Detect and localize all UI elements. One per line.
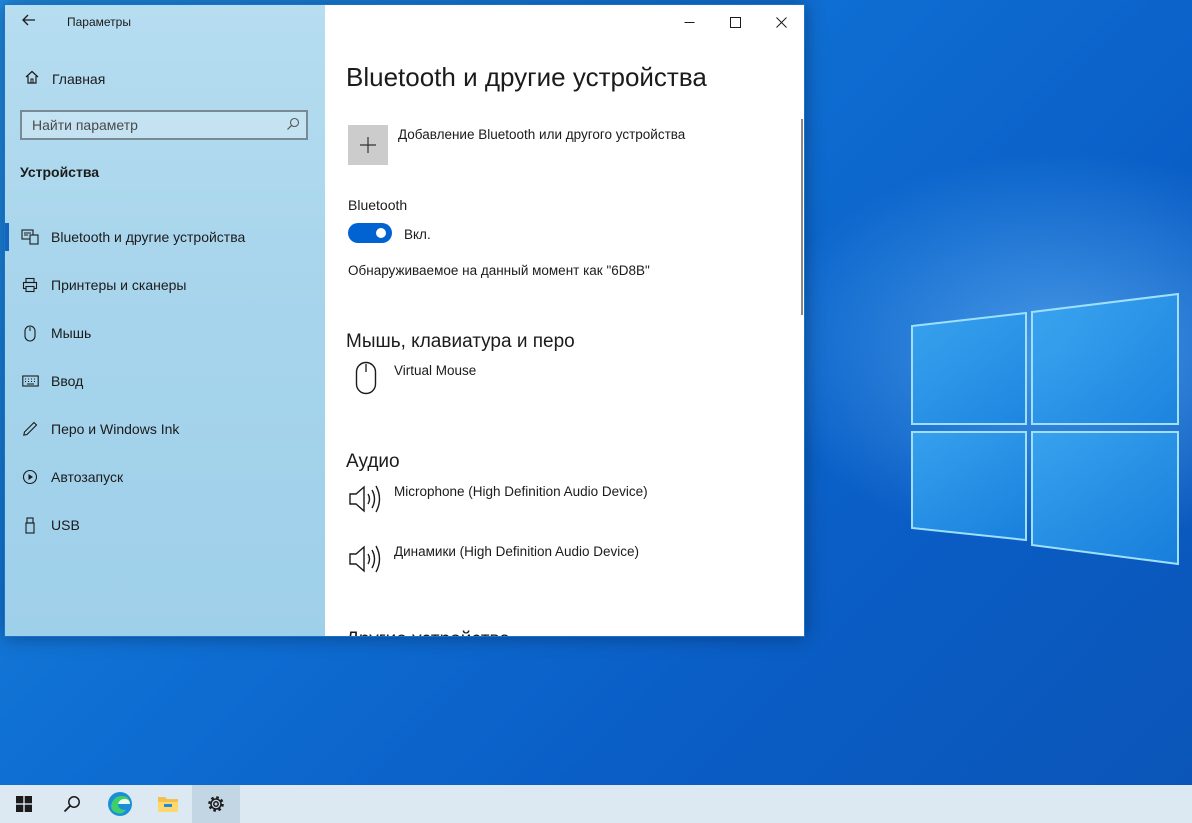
sidebar-item-label: Автозапуск	[51, 469, 124, 485]
search-icon	[287, 117, 300, 130]
search-input[interactable]	[32, 117, 282, 133]
window-title: Параметры	[67, 15, 131, 29]
caption-buttons	[666, 5, 804, 39]
discoverable-text: Обнаруживаемое на данный момент как "6D8…	[348, 263, 650, 278]
sidebar-item-pen[interactable]: Перо и Windows Ink	[5, 405, 325, 453]
keyboard-icon	[20, 371, 40, 391]
bluetooth-devices-icon	[20, 227, 40, 247]
device-name: Динамики (High Definition Audio Device)	[394, 544, 640, 559]
mouse-icon	[348, 360, 384, 396]
autoplay-icon	[20, 467, 40, 487]
section-title-other-devices: Другие устройства	[346, 629, 510, 636]
device-item[interactable]: Динамики (High Definition Audio Device)	[348, 541, 639, 577]
content-pane: Bluetooth и другие устройства Добавление…	[325, 5, 804, 636]
sidebar-item-label: Bluetooth и другие устройства	[51, 229, 246, 245]
toggle-state-label: Вкл.	[404, 227, 431, 242]
add-device-label: Добавление Bluetooth или другого устройс…	[398, 127, 686, 142]
sidebar-item-label: Принтеры и сканеры	[51, 277, 187, 293]
title-bar[interactable]: Параметры	[5, 5, 325, 39]
page-title: Bluetooth и другие устройства	[346, 62, 707, 92]
sidebar-item-label: Ввод	[51, 373, 84, 389]
taskbar	[0, 785, 1192, 823]
sidebar-item-typing[interactable]: Ввод	[5, 357, 325, 405]
sidebar: Параметры Главная Устройства Bluetooth и…	[5, 5, 325, 636]
sidebar-item-home[interactable]: Главная	[5, 65, 325, 93]
section-title-mouse-keyboard-pen: Мышь, клавиатура и перо	[346, 331, 575, 352]
sidebar-item-label: Перо и Windows Ink	[51, 421, 180, 437]
minimize-icon	[684, 21, 694, 23]
file-explorer-button[interactable]	[144, 785, 192, 823]
sidebar-nav: Bluetooth и другие устройства Принтеры и…	[5, 213, 325, 549]
section-heading: Устройства	[20, 164, 100, 180]
edge-button[interactable]	[96, 785, 144, 823]
search-icon	[63, 796, 80, 813]
arrow-left-icon	[22, 14, 35, 26]
sidebar-item-mouse[interactable]: Мышь	[5, 309, 325, 357]
sidebar-item-label: USB	[51, 517, 80, 533]
bluetooth-label: Bluetooth	[348, 197, 408, 213]
taskbar-search-button[interactable]	[48, 785, 96, 823]
printer-icon	[20, 275, 40, 295]
back-button[interactable]	[15, 11, 43, 33]
maximize-button[interactable]	[712, 5, 758, 39]
toggle-knob	[376, 228, 386, 238]
sidebar-item-usb[interactable]: USB	[5, 501, 325, 549]
device-name: Microphone (High Definition Audio Device…	[394, 484, 648, 499]
sidebar-item-label: Главная	[52, 71, 106, 87]
device-item[interactable]: Microphone (High Definition Audio Device…	[348, 481, 648, 517]
gear-icon	[208, 796, 224, 812]
pen-icon	[20, 419, 40, 439]
device-name: Virtual Mouse	[394, 363, 477, 378]
close-icon	[775, 16, 787, 28]
settings-window: Параметры Главная Устройства Bluetooth и…	[4, 4, 805, 637]
usb-icon	[20, 515, 40, 535]
search-field[interactable]	[20, 110, 308, 140]
close-button[interactable]	[758, 5, 804, 39]
scrollbar[interactable]	[801, 119, 803, 315]
minimize-button[interactable]	[666, 5, 712, 39]
speaker-icon	[348, 541, 384, 577]
add-device-button[interactable]: Добавление Bluetooth или другого устройс…	[348, 125, 685, 165]
folder-icon	[158, 797, 178, 812]
device-item[interactable]: Virtual Mouse	[348, 360, 476, 396]
windows-logo-icon	[16, 796, 32, 812]
section-title-audio: Аудио	[346, 451, 400, 472]
sidebar-item-autoplay[interactable]: Автозапуск	[5, 453, 325, 501]
edge-browser-icon	[108, 792, 132, 816]
sidebar-item-label: Мышь	[51, 325, 92, 341]
maximize-icon	[729, 16, 741, 28]
bluetooth-toggle[interactable]	[348, 223, 392, 243]
plus-icon	[348, 125, 388, 165]
sidebar-item-bluetooth[interactable]: Bluetooth и другие устройства	[5, 213, 325, 261]
mouse-icon	[20, 323, 40, 343]
start-button[interactable]	[0, 785, 48, 823]
speaker-icon	[348, 481, 384, 517]
home-icon	[23, 69, 41, 89]
settings-taskbar-button[interactable]	[192, 785, 240, 823]
sidebar-item-printers[interactable]: Принтеры и сканеры	[5, 261, 325, 309]
